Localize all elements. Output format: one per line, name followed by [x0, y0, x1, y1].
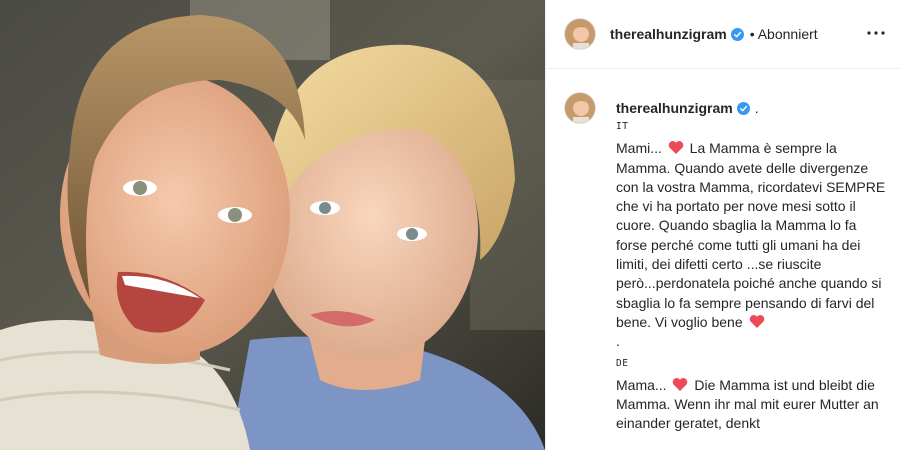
avatar-image	[565, 93, 595, 123]
red-heart-icon	[668, 141, 684, 155]
more-options-icon[interactable]	[865, 22, 887, 44]
avatar-image	[565, 19, 595, 49]
caption-it-text: La Mamma è sempre la Mamma. Quando avete…	[616, 140, 886, 330]
caption-text: IT Mami... La Mamma è sempre la Mamma. Q…	[616, 117, 888, 434]
caption-separator: .	[616, 333, 620, 350]
language-label-it: IT	[616, 121, 629, 132]
verified-badge-icon	[730, 27, 744, 41]
post-photo[interactable]	[0, 0, 545, 450]
caption-author-avatar[interactable]	[564, 92, 596, 124]
verified-badge-icon	[736, 101, 750, 115]
caption-paragraph-de: Mama... Die Mamma ist und bleibt die Mam…	[616, 376, 888, 434]
red-heart-icon	[749, 315, 764, 328]
post-photo-image	[0, 0, 545, 450]
red-heart-icon	[673, 377, 688, 391]
caption-paragraph-it: Mami... La Mamma è sempre la Mamma. Quan…	[616, 139, 888, 332]
caption-suffix: .	[754, 100, 759, 116]
caption-author-username[interactable]: therealhunzigram	[616, 100, 733, 116]
post-side-panel: therealhunzigram • Abonniert therealhunz…	[545, 0, 900, 450]
post-header: therealhunzigram • Abonniert	[546, 0, 900, 69]
author-avatar[interactable]	[564, 18, 596, 50]
follow-status[interactable]: • Abonniert	[750, 26, 818, 42]
language-label-de: DE	[616, 357, 629, 369]
caption-de-start: Mama...	[616, 376, 667, 393]
author-username[interactable]: therealhunzigram	[610, 26, 727, 42]
caption-it-start: Mami...	[616, 140, 662, 157]
